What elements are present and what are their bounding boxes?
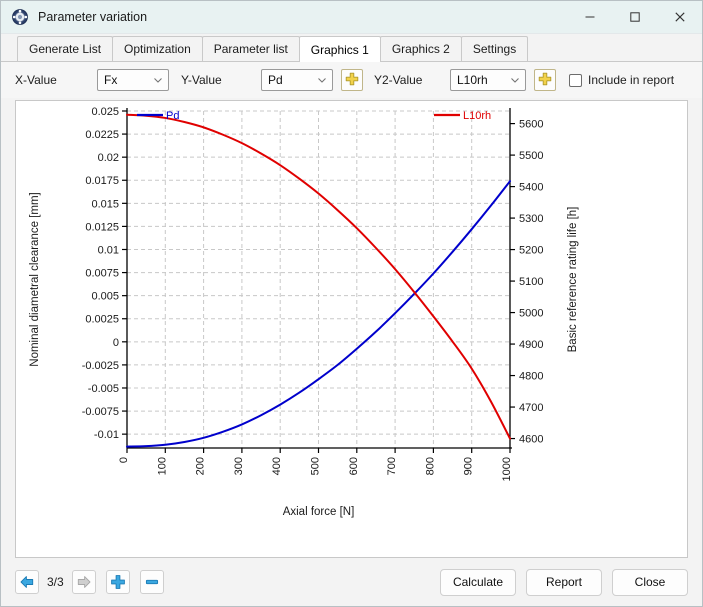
plus-icon <box>110 575 125 589</box>
add-page-button[interactable] <box>105 570 130 594</box>
tab-generate-list[interactable]: Generate List <box>17 36 114 61</box>
arrow-left-icon <box>20 576 34 588</box>
controls-row: X-Value Fx Y-Value Pd Y2-Value L10rh Inc… <box>1 62 702 98</box>
report-button[interactable]: Report <box>526 568 602 596</box>
y-axis-tick-label: 0.015 <box>91 198 119 210</box>
x-axis-tick-label: 900 <box>463 457 475 475</box>
tab-label: Parameter list <box>213 42 288 56</box>
y-axis-tick-label: -0.005 <box>88 383 119 395</box>
x-axis-tick-label: 300 <box>233 457 245 475</box>
arrow-right-icon <box>77 576 91 588</box>
y-axis-tick-label: 0.0125 <box>85 221 119 233</box>
bottom-toolbar: 3/3 Calculate Report Close <box>1 558 702 606</box>
y-axis-tick-label: 0.0075 <box>85 268 119 280</box>
tab-label: Graphics 1 <box>310 42 369 57</box>
y2-value-selected: L10rh <box>457 73 488 87</box>
y-axis-tick-label: 0.025 <box>91 106 119 118</box>
report-label: Report <box>545 575 583 589</box>
y2-value-label: Y2-Value <box>374 73 423 87</box>
include-in-report-label: Include in report <box>588 73 675 87</box>
close-window-button[interactable] <box>657 1 702 33</box>
legend-label-l10rh: L10rh <box>463 110 491 122</box>
y-axis-tick-label: -0.0025 <box>82 360 119 372</box>
y-axis-tick-label: 0 <box>113 337 119 349</box>
y2-axis-tick-label: 5500 <box>519 150 543 162</box>
chevron-down-icon <box>509 74 521 86</box>
bearing-icon <box>11 8 29 26</box>
y-axis-tick-label: -0.0075 <box>82 406 119 418</box>
minus-icon <box>145 579 158 585</box>
y-axis-tick-label: 0.0025 <box>85 314 119 326</box>
legend-label-pd: Pd <box>166 110 179 122</box>
x-axis-tick-label: 600 <box>348 457 360 475</box>
chart-panel: 0.025 0.0225 0.02 0.0175 0.015 0.0125 0.01 0.00… <box>15 100 688 558</box>
tab-graphics-1[interactable]: Graphics 1 <box>298 36 381 62</box>
minimize-button[interactable] <box>567 1 612 33</box>
x-axis-tick-label: 1000 <box>501 457 513 481</box>
x-axis-tick-label: 800 <box>424 457 436 475</box>
include-in-report-checkbox[interactable] <box>569 73 582 87</box>
y2-axis-tick-label: 5600 <box>519 119 543 131</box>
y-value-select[interactable]: Pd <box>261 69 333 91</box>
x-axis-tick-label: 700 <box>386 457 398 475</box>
calculate-button[interactable]: Calculate <box>439 568 516 596</box>
y2-axis-tick-label: 4900 <box>519 339 543 351</box>
y2-axis-tick-label: 5000 <box>519 308 543 320</box>
y2-axis-tick-label: 5200 <box>519 245 543 257</box>
previous-page-button[interactable] <box>15 570 39 594</box>
y2-axis-tick-label: 5300 <box>519 213 543 225</box>
y-axis-tick-label: 0.0225 <box>85 129 119 141</box>
y2-axis-tick-label: 4700 <box>519 402 543 414</box>
next-page-button[interactable] <box>71 570 96 594</box>
y2-axis-tick-label: 5400 <box>519 182 543 194</box>
add-y-series-button[interactable] <box>341 69 363 91</box>
y-axis-tick-label: 0.0175 <box>85 175 119 187</box>
y-axis-tick-label: 0.01 <box>98 244 119 256</box>
remove-page-button[interactable] <box>139 570 164 594</box>
y-axis-tick-label: -0.01 <box>94 429 119 441</box>
add-y2-series-button[interactable] <box>534 69 556 91</box>
y2-axis-tick-label: 4800 <box>519 371 543 383</box>
close-label: Close <box>634 575 666 589</box>
y-value-label: Y-Value <box>181 73 222 87</box>
maximize-button[interactable] <box>612 1 657 33</box>
y2-axis-title: Basic reference rating life [h] <box>567 207 579 353</box>
y-axis-title: Nominal diametral clearance [mm] <box>29 192 41 366</box>
x-value-selected: Fx <box>104 73 118 87</box>
tab-label: Settings <box>472 42 517 56</box>
tab-parameter-list[interactable]: Parameter list <box>201 36 300 61</box>
x-value-select[interactable]: Fx <box>97 69 169 91</box>
y2-value-select[interactable]: L10rh <box>450 69 526 91</box>
chevron-down-icon <box>152 74 164 86</box>
calculate-label: Calculate <box>452 575 503 589</box>
parameter-variation-chart: 0.025 0.0225 0.02 0.0175 0.015 0.0125 0.01 0.00… <box>29 106 579 518</box>
y-value-selected: Pd <box>268 73 283 87</box>
parameter-variation-window: Parameter variation Generate List Optimi… <box>0 0 703 607</box>
tab-optimization[interactable]: Optimization <box>112 36 203 61</box>
x-axis-tick-label: 500 <box>310 457 322 475</box>
x-axis-title: Axial force [N] <box>283 506 355 518</box>
tab-label: Graphics 2 <box>391 42 450 56</box>
tab-label: Optimization <box>124 42 191 56</box>
chevron-down-icon <box>316 74 328 86</box>
y-axis-tick-label: 0.005 <box>91 291 119 303</box>
tab-strip: Generate List Optimization Parameter lis… <box>1 34 702 62</box>
y2-axis-tick-label: 4600 <box>519 434 543 446</box>
close-button[interactable]: Close <box>612 568 688 596</box>
x-value-label: X-Value <box>15 73 57 87</box>
plus-icon <box>345 72 359 89</box>
titlebar: Parameter variation <box>1 1 702 34</box>
y2-axis-tick-label: 5100 <box>519 276 543 288</box>
window-title: Parameter variation <box>38 10 148 24</box>
tab-settings[interactable]: Settings <box>460 36 529 61</box>
plus-icon <box>538 72 552 89</box>
x-axis-tick-label: 400 <box>271 457 283 475</box>
x-axis-tick-label: 0 <box>118 457 130 463</box>
page-counter: 3/3 <box>47 575 64 589</box>
tab-label: Generate List <box>29 42 102 56</box>
tab-graphics-2[interactable]: Graphics 2 <box>379 36 462 61</box>
x-axis-tick-label: 100 <box>156 457 168 475</box>
y-axis-tick-label: 0.02 <box>98 152 119 164</box>
x-axis-tick-label: 200 <box>195 457 207 475</box>
